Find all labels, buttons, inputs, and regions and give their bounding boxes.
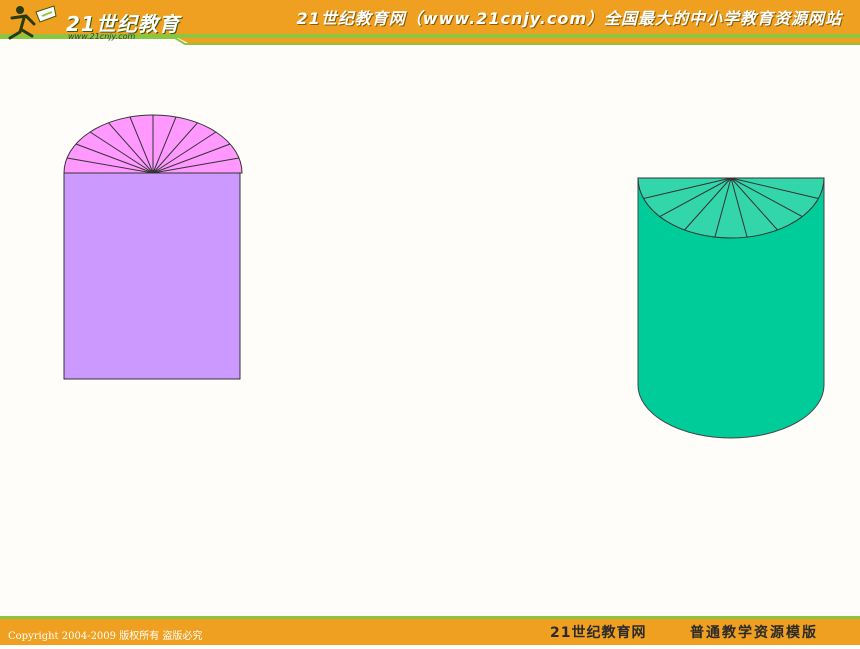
footer-brand: 21世纪教育网 [550,625,647,641]
copyright-text: Copyright 2004-2009 版权所有 盗版必究 [8,631,203,642]
cylinder-shape [637,177,825,439]
footer-template-label: 普通教学资源模版 [690,625,818,641]
purple-rectangle [63,172,241,380]
geometry-diagram [63,114,825,439]
unrolled-cylinder-shape [63,114,243,380]
